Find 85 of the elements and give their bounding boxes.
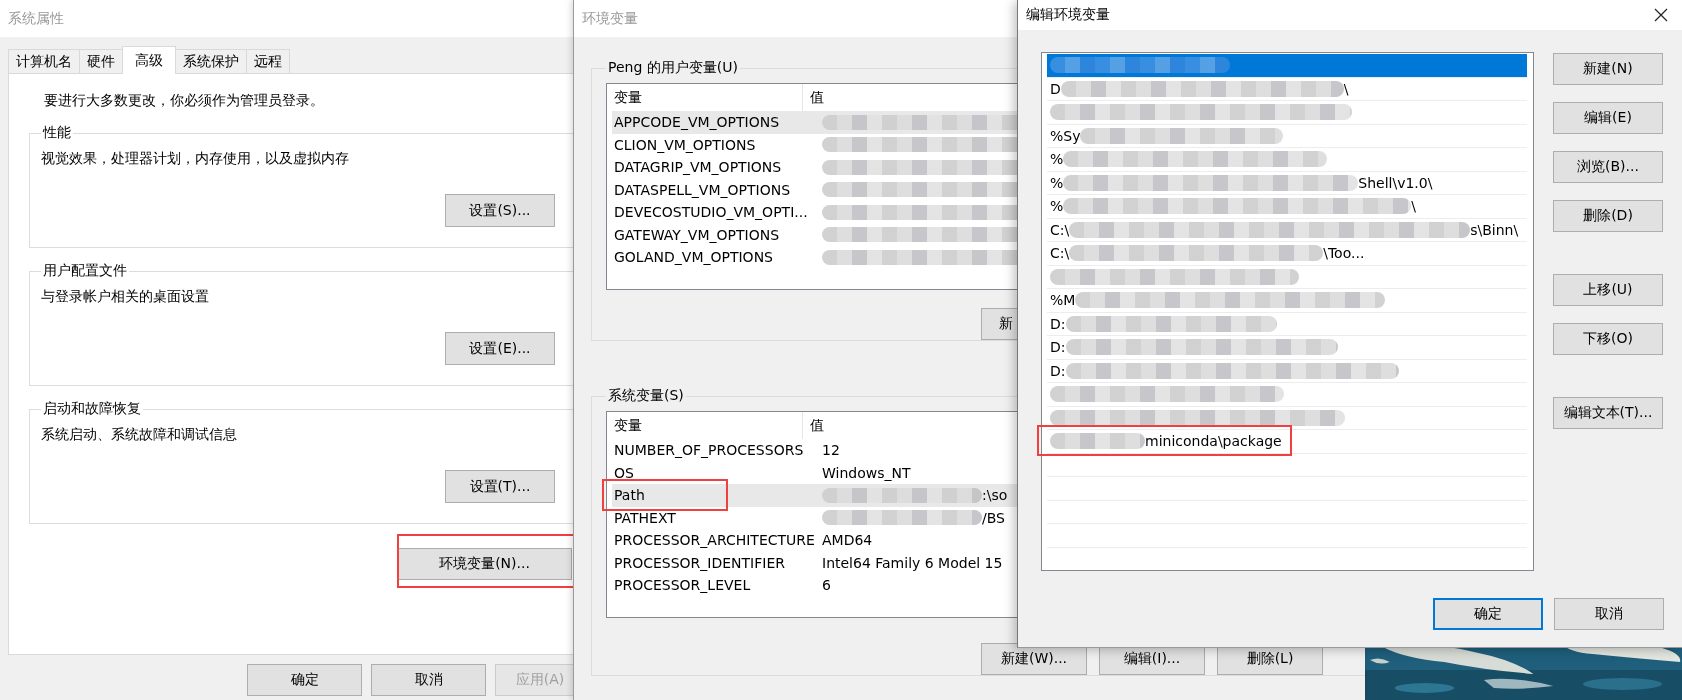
group-description: 视觉效果，处理器计划，内存使用，以及虚拟内存 <box>41 150 350 168</box>
group-label: 系统变量(S) <box>607 387 685 405</box>
column-header[interactable]: 变量 <box>607 412 803 439</box>
column-header[interactable]: 值 <box>803 412 824 439</box>
window-title: 环境变量 <box>582 9 638 28</box>
side-button[interactable]: 编辑(E) <box>1553 102 1663 134</box>
tab[interactable]: 高级 <box>122 46 176 74</box>
group-label: 性能 <box>41 124 72 142</box>
dialog-button[interactable]: 确定 <box>247 664 362 696</box>
group-label: 启动和故障恢复 <box>42 400 142 418</box>
path-text: D <box>1050 80 1061 97</box>
path-text: D: <box>1050 339 1066 356</box>
side-button[interactable]: 新建(N) <box>1553 53 1663 85</box>
path-text: % <box>1050 198 1064 215</box>
variable-name: DATAGRIP_VM_OPTIONS <box>613 159 783 176</box>
tab[interactable]: 计算机名 <box>8 49 80 73</box>
environment-variables-button[interactable]: 环境变量(N)... <box>397 548 572 580</box>
window-title: 编辑环境变量 <box>1026 6 1110 24</box>
settings-button[interactable]: 设置(E)... <box>445 332 555 365</box>
path-text: Shell\v1.0\ <box>1358 174 1433 191</box>
dialog-button[interactable]: 取消 <box>371 664 486 696</box>
dialog-button[interactable]: 确定 <box>1433 598 1543 630</box>
path-text: %M <box>1050 292 1076 309</box>
variable-value: 6 <box>822 577 831 594</box>
list-row[interactable]: D: <box>1047 312 1527 336</box>
variable-name: DATASPELL_VM_OPTIONS <box>613 181 792 198</box>
path-text: % <box>1050 151 1064 168</box>
list-row[interactable]: C:\ \Too... <box>1047 242 1527 266</box>
variable-name: Path <box>613 487 646 504</box>
settings-button[interactable]: 设置(S)... <box>445 194 555 227</box>
group-label: 用户配置文件 <box>42 262 128 280</box>
settings-button[interactable]: 设置(T)... <box>445 470 555 503</box>
group-description: 与登录帐户相关的桌面设置 <box>41 288 210 306</box>
variable-value: :\so <box>982 487 1008 504</box>
variable-name: PATHEXT <box>613 509 677 526</box>
group-label: Peng 的用户变量(U) <box>607 59 739 77</box>
list-row[interactable]: % Shell\v1.0\ <box>1047 171 1527 195</box>
column-header[interactable]: 值 <box>803 84 824 111</box>
path-text: \ <box>1343 80 1349 97</box>
path-text: D: <box>1050 362 1066 379</box>
list-row[interactable]: %Sy <box>1047 124 1527 148</box>
list-row[interactable]: C:\ s\Binn\ <box>1047 218 1527 242</box>
variable-name: OS <box>613 464 635 481</box>
variable-name: PROCESSOR_IDENTIFIER <box>613 554 786 571</box>
path-text: C:\ <box>1050 245 1070 262</box>
list-row[interactable]: D \ <box>1047 77 1527 101</box>
window-title: 系统属性 <box>8 9 64 28</box>
side-button[interactable]: 删除(D) <box>1553 200 1663 232</box>
path-text: C:\ <box>1050 221 1070 238</box>
path-text: D: <box>1050 315 1066 332</box>
variable-value: 12 <box>822 442 840 459</box>
variable-name: PROCESSOR_ARCHITECTURE <box>613 532 815 549</box>
group-description: 系统启动、系统故障和调试信息 <box>41 426 238 444</box>
list-row[interactable]: miniconda\package <box>1047 430 1527 454</box>
tab[interactable]: 远程 <box>246 49 290 73</box>
side-button[interactable]: 下移(O) <box>1553 323 1663 355</box>
list-row[interactable]: PATHEXT /BS <box>612 506 1365 529</box>
variable-name: DEVECOSTUDIO_VM_OPTI... <box>613 204 809 221</box>
variable-name: NUMBER_OF_PROCESSORS <box>613 442 805 459</box>
side-button[interactable]: 编辑文本(T)... <box>1553 397 1663 429</box>
list-row[interactable]: D: <box>1047 336 1527 360</box>
path-text: \Too... <box>1323 245 1365 262</box>
side-button[interactable]: 浏览(B)... <box>1553 151 1663 183</box>
list-row[interactable]: % \ <box>1047 195 1527 219</box>
path-text: miniconda\package <box>1145 433 1282 450</box>
path-text: s\Binn\ <box>1470 221 1519 238</box>
side-button[interactable]: 上移(U) <box>1553 274 1663 306</box>
notice-text: 要进行大多数更改，你必须作为管理员登录。 <box>44 92 325 110</box>
path-text: % <box>1050 174 1064 191</box>
list-row[interactable]: % <box>1047 148 1527 172</box>
variable-value: /BS <box>982 509 1005 526</box>
list-row[interactable] <box>1047 54 1527 78</box>
variable-name: GOLAND_VM_OPTIONS <box>613 249 774 266</box>
variable-name: PROCESSOR_LEVEL <box>613 577 752 594</box>
dialog-button[interactable]: 取消 <box>1554 598 1664 630</box>
list-row[interactable]: D: <box>1047 359 1527 383</box>
path-text: \ <box>1411 198 1417 215</box>
variable-value: Windows_NT <box>822 464 911 481</box>
close-icon[interactable] <box>1654 8 1668 22</box>
variable-name: CLION_VM_OPTIONS <box>613 136 757 153</box>
variable-value: Intel64 Family 6 Model 15 <box>822 554 1003 571</box>
variable-name: GATEWAY_VM_OPTIONS <box>613 226 781 243</box>
variable-name: APPCODE_VM_OPTIONS <box>613 114 781 131</box>
list-row[interactable]: %M <box>1047 289 1527 313</box>
variable-value: AMD64 <box>822 532 873 549</box>
